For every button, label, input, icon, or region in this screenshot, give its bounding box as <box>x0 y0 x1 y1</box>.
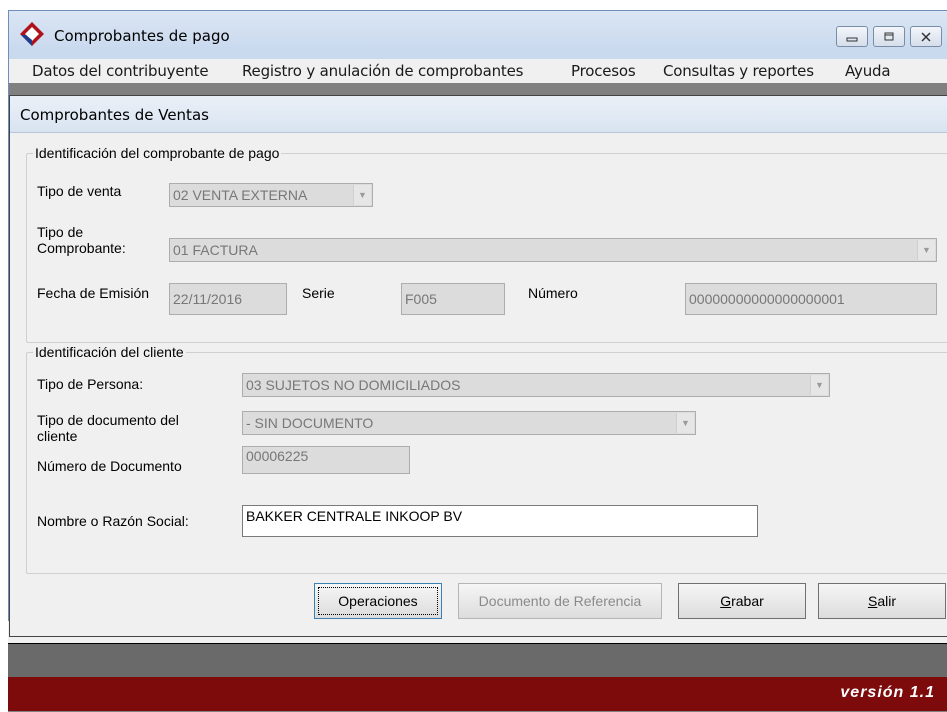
tipo-documento-select[interactable]: - SIN DOCUMENTO ▼ <box>242 411 696 435</box>
restore-button[interactable] <box>873 26 905 47</box>
restore-icon <box>884 32 894 40</box>
tipo-persona-label: Tipo de Persona: <box>37 376 144 392</box>
fecha-emision-label: Fecha de Emisión <box>37 285 150 301</box>
salir-label: alir <box>877 593 896 609</box>
chevron-down-icon[interactable]: ▼ <box>810 375 828 395</box>
version-banner: versión 1.1 <box>8 677 947 711</box>
numero-field[interactable]: 00000000000000000001 <box>685 283 937 315</box>
menu-bar: Datos del contribuyente Registro y anula… <box>9 59 947 83</box>
window-controls <box>831 26 942 47</box>
tipo-comprobante-select[interactable]: 01 FACTURA ▼ <box>169 238 937 262</box>
chevron-down-icon[interactable]: ▼ <box>353 185 371 205</box>
tipo-venta-label: Tipo de venta <box>37 183 122 199</box>
tipo-documento-label-line1: Tipo de documento del <box>37 412 179 428</box>
chevron-down-icon[interactable]: ▼ <box>676 413 694 433</box>
documento-referencia-button[interactable]: Documento de Referencia <box>458 583 662 619</box>
chevron-down-icon[interactable]: ▼ <box>917 240 935 260</box>
menu-consultas-reportes[interactable]: Consultas y reportes <box>663 62 814 80</box>
grabar-button[interactable]: Grabar <box>678 583 806 619</box>
app-titlebar: Comprobantes de pago <box>9 11 947 57</box>
numero-label: Número <box>528 285 578 301</box>
menu-datos-contribuyente[interactable]: Datos del contribuyente <box>32 62 209 80</box>
fecha-emision-field[interactable]: 22/11/2016 <box>169 283 287 315</box>
tipo-persona-value: 03 SUJETOS NO DOMICILIADOS <box>246 377 461 393</box>
cliente-group-legend: Identificación del cliente <box>35 344 184 360</box>
menu-ayuda[interactable]: Ayuda <box>845 62 891 80</box>
numero-documento-label: Número de Documento <box>37 458 182 474</box>
tipo-comprobante-label-line1: Tipo de <box>37 224 84 240</box>
tipo-comprobante-value: 01 FACTURA <box>173 242 258 258</box>
salir-mnemonic: S <box>867 593 878 609</box>
tipo-persona-select[interactable]: 03 SUJETOS NO DOMICILIADOS ▼ <box>242 373 830 397</box>
nombre-razon-social-label: Nombre o Razón Social: <box>37 513 189 529</box>
nombre-razon-social-field[interactable]: BAKKER CENTRALE INKOOP BV <box>242 505 758 537</box>
comprobante-group-legend: Identificación del comprobante de pago <box>35 145 280 161</box>
operaciones-button[interactable]: Operaciones <box>314 583 442 619</box>
salir-button[interactable]: Salir <box>818 583 946 619</box>
dialog-title: Comprobantes de Ventas <box>20 106 209 124</box>
tipo-documento-value: - SIN DOCUMENTO <box>246 415 374 431</box>
comprobantes-ventas-dialog: Comprobantes de Ventas Identificación de… <box>9 95 947 637</box>
tipo-comprobante-label-line2: Comprobante: <box>37 240 126 256</box>
tipo-documento-label-line2: cliente <box>37 428 78 444</box>
serie-label: Serie <box>302 285 335 301</box>
tipo-venta-select[interactable]: 02 VENTA EXTERNA ▼ <box>169 183 373 207</box>
dialog-titlebar: Comprobantes de Ventas <box>10 96 947 133</box>
menu-registro-anulacion[interactable]: Registro y anulación de comprobantes <box>242 62 523 80</box>
close-button[interactable] <box>910 26 942 47</box>
minimize-button[interactable] <box>836 26 868 47</box>
background-panel <box>8 644 947 677</box>
tipo-venta-value: 02 VENTA EXTERNA <box>173 187 308 203</box>
minimize-icon <box>846 37 858 41</box>
app-title: Comprobantes de pago <box>54 27 230 45</box>
app-logo-icon <box>20 22 44 46</box>
serie-field[interactable]: F005 <box>401 283 505 315</box>
menu-procesos[interactable]: Procesos <box>571 62 636 80</box>
grabar-mnemonic: G <box>720 593 732 609</box>
version-label: versión 1.1 <box>840 684 935 701</box>
grabar-label: rabar <box>731 593 764 609</box>
close-icon <box>921 31 931 42</box>
numero-documento-field[interactable]: 00006225 <box>242 446 410 474</box>
